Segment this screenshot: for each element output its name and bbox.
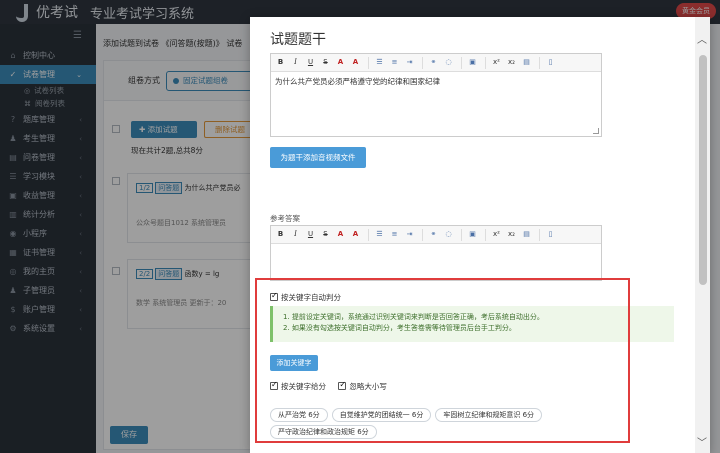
superscript-icon[interactable]: x² <box>490 56 503 69</box>
font-color-icon[interactable]: A <box>334 56 347 69</box>
source-icon[interactable]: ▯ <box>544 56 557 69</box>
paste-icon[interactable]: ▤ <box>520 56 533 69</box>
link-icon[interactable]: ⚭ <box>427 228 440 241</box>
bold-icon[interactable]: B <box>274 56 287 69</box>
stem-title: 试题题干 <box>270 32 326 48</box>
image-icon[interactable]: ▣ <box>466 56 479 69</box>
toolbar-divider <box>539 56 540 69</box>
font-color-icon[interactable]: A <box>334 228 347 241</box>
highlight-color-icon[interactable]: A <box>349 56 362 69</box>
underline-icon[interactable]: U <box>304 56 317 69</box>
strikethrough-icon[interactable]: S <box>319 228 332 241</box>
stem-text[interactable]: 为什么共产党员必须严格遵守党的纪律和国家纪律 <box>271 72 601 136</box>
toolbar-divider <box>461 228 462 241</box>
answer-editor[interactable]: B I U S A A ☰ ≡ ⇥ ⚭ ◌ ▣ x² x₂ ▤ ▯ <box>270 225 602 281</box>
link-icon[interactable]: ⚭ <box>427 56 440 69</box>
indent-icon[interactable]: ⇥ <box>403 56 416 69</box>
toolbar-divider <box>461 56 462 69</box>
highlight-box <box>255 278 630 443</box>
scrollbar-thumb[interactable] <box>699 55 707 285</box>
underline-icon[interactable]: U <box>304 228 317 241</box>
stem-text-content: 为什么共产党员必须严格遵守党的纪律和国家纪律 <box>275 77 440 86</box>
paste-icon[interactable]: ▤ <box>520 228 533 241</box>
subscript-icon[interactable]: x₂ <box>505 228 518 241</box>
answer-toolbar: B I U S A A ☰ ≡ ⇥ ⚭ ◌ ▣ x² x₂ ▤ ▯ <box>271 226 601 244</box>
toolbar-divider <box>422 228 423 241</box>
toolbar-divider <box>539 228 540 241</box>
italic-icon[interactable]: I <box>289 56 302 69</box>
toolbar-divider <box>368 56 369 69</box>
ordered-list-icon[interactable]: ☰ <box>373 56 386 69</box>
unlink-icon[interactable]: ◌ <box>442 228 455 241</box>
toolbar-divider <box>368 228 369 241</box>
stem-editor[interactable]: B I U S A A ☰ ≡ ⇥ ⚭ ◌ ▣ x² x₂ ▤ ▯ 为什么共产党… <box>270 53 602 137</box>
italic-icon[interactable]: I <box>289 228 302 241</box>
ordered-list-icon[interactable]: ☰ <box>373 228 386 241</box>
unordered-list-icon[interactable]: ≡ <box>388 56 401 69</box>
unlink-icon[interactable]: ◌ <box>442 56 455 69</box>
toolbar-divider <box>422 56 423 69</box>
subscript-icon[interactable]: x₂ <box>505 56 518 69</box>
bold-icon[interactable]: B <box>274 228 287 241</box>
toolbar-divider <box>485 228 486 241</box>
strikethrough-icon[interactable]: S <box>319 56 332 69</box>
add-media-button[interactable]: 为题干添加音视频文件 <box>270 147 366 168</box>
unordered-list-icon[interactable]: ≡ <box>388 228 401 241</box>
scroll-down-icon[interactable]: ﹀ <box>697 434 707 449</box>
answer-label: 参考答案 <box>270 214 300 223</box>
toolbar-divider <box>485 56 486 69</box>
indent-icon[interactable]: ⇥ <box>403 228 416 241</box>
scroll-up-icon[interactable]: ︿ <box>697 31 707 46</box>
superscript-icon[interactable]: x² <box>490 228 503 241</box>
answer-text[interactable] <box>271 244 601 280</box>
highlight-color-icon[interactable]: A <box>349 228 362 241</box>
resize-handle-icon[interactable] <box>593 128 599 134</box>
source-icon[interactable]: ▯ <box>544 228 557 241</box>
modal-scrollbar[interactable]: ︿ ﹀ <box>695 17 710 453</box>
stem-toolbar: B I U S A A ☰ ≡ ⇥ ⚭ ◌ ▣ x² x₂ ▤ ▯ <box>271 54 601 72</box>
image-icon[interactable]: ▣ <box>466 228 479 241</box>
